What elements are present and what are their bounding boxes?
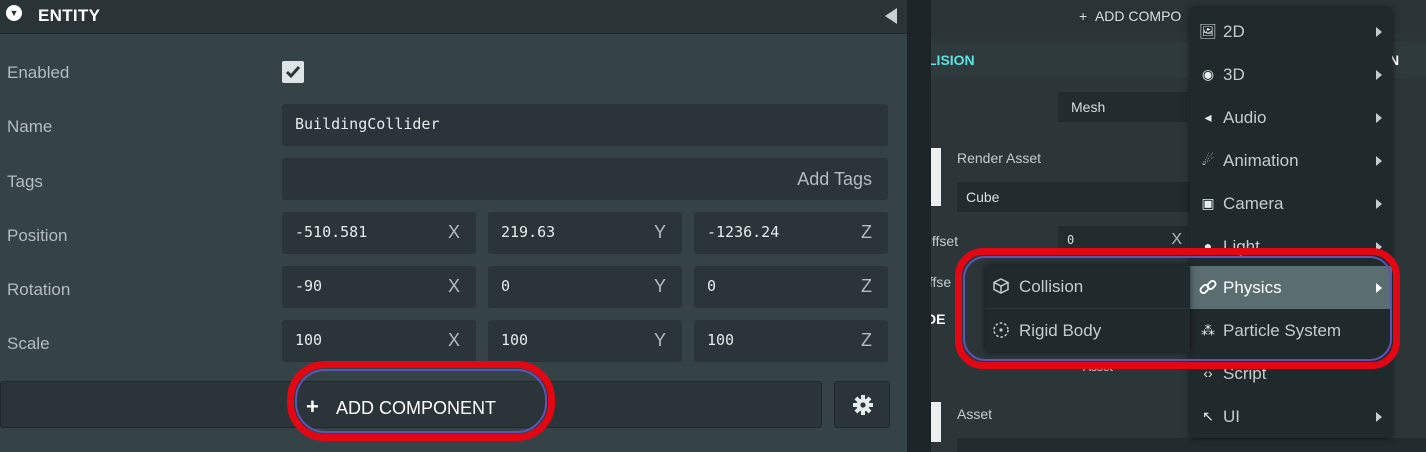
checkmark-icon: [285, 66, 301, 79]
menu-item-label: Animation: [1223, 151, 1299, 170]
axis-y-label: Y: [653, 276, 666, 296]
position-x-field[interactable]: -510.581 X: [282, 212, 476, 254]
position-x-value: -510.581: [295, 223, 368, 241]
menu-item-2d[interactable]: 🖼 2D: [1190, 10, 1392, 53]
menu-item-3d[interactable]: ◉ 3D: [1190, 53, 1392, 96]
section-header-label: DE: [931, 311, 946, 327]
axis-z-label: Z: [861, 330, 872, 350]
offset-x-axis: X: [1171, 231, 1182, 248]
collapse-toggle-icon[interactable]: ▼: [6, 5, 22, 21]
rotation-x-field[interactable]: -90 X: [282, 266, 476, 308]
offset-x-value: 0: [1067, 233, 1075, 247]
asset-field[interactable]: [957, 438, 1426, 452]
focus-outline-add-component: [295, 369, 547, 433]
position-label: Position: [7, 226, 68, 245]
collapse-arrow-icon[interactable]: [885, 8, 897, 24]
scale-y-value: 100: [501, 331, 529, 349]
panel-title: ENTITY: [38, 6, 101, 25]
running-icon: ☄: [1201, 152, 1215, 168]
axis-x-label: X: [447, 222, 460, 242]
menu-item-camera[interactable]: ▣ Camera: [1190, 182, 1392, 225]
enabled-label: Enabled: [7, 63, 70, 82]
rotation-label: Rotation: [7, 280, 71, 299]
submenu-arrow-icon: [1376, 412, 1382, 422]
submenu-arrow-icon: [1376, 113, 1382, 123]
cube-icon: ◉: [1201, 66, 1215, 82]
rotation-x-value: -90: [295, 277, 323, 295]
rotation-y-value: 0: [501, 277, 511, 295]
name-label: Name: [7, 117, 53, 136]
tags-placeholder: Add Tags: [797, 169, 872, 189]
menu-item-animation[interactable]: ☄ Animation: [1190, 139, 1392, 182]
cursor-icon: ↖: [1202, 408, 1214, 424]
axis-x-label: X: [447, 276, 460, 296]
submenu-arrow-icon: [1376, 199, 1382, 209]
name-value: BuildingCollider: [295, 115, 440, 133]
gear-icon: [853, 395, 873, 415]
asset-label: Asset: [957, 406, 993, 422]
rotation-z-field[interactable]: 0 Z: [694, 266, 888, 308]
entity-panel-header[interactable]: ▼ ENTITY: [0, 0, 907, 34]
asset-thumbnail-2: [931, 402, 941, 442]
collision-type-select[interactable]: Mesh: [1058, 92, 1188, 122]
scale-x-field[interactable]: 100 X: [282, 320, 476, 362]
tags-label: Tags: [7, 172, 43, 191]
collision-header-title: LISION: [931, 52, 975, 68]
axis-z-label: Z: [861, 276, 872, 296]
scale-y-field[interactable]: 100 Y: [488, 320, 682, 362]
menu-item-label: 2D: [1223, 22, 1245, 41]
panel-divider: [907, 0, 931, 452]
enabled-checkbox[interactable]: [282, 61, 304, 83]
camera-icon: ▣: [1201, 195, 1215, 211]
add-component-top-label: ADD COMPO: [1094, 8, 1182, 24]
tags-input[interactable]: Add Tags: [282, 158, 888, 200]
add-component-menu: 🖼 2D ◉ 3D ◂ Audio ☄ Animation ▣ Camera ●…: [1190, 8, 1392, 438]
render-asset-value: Cube: [966, 189, 1000, 205]
render-asset-label: Render Asset: [957, 150, 1042, 166]
position-z-value: -1236.24: [707, 223, 780, 241]
submenu-arrow-icon: [1376, 156, 1382, 166]
plus-icon: +: [1079, 8, 1088, 24]
position-y-value: 219.63: [501, 223, 556, 241]
menu-item-label: Camera: [1223, 194, 1284, 213]
offset2-label: Offse: [931, 274, 952, 290]
image-icon: 🖼: [1199, 23, 1217, 39]
axis-y-label: Y: [653, 330, 666, 350]
menu-item-label: 3D: [1223, 65, 1245, 84]
scale-x-value: 100: [295, 331, 323, 349]
position-y-field[interactable]: 219.63 Y: [488, 212, 682, 254]
name-input[interactable]: BuildingCollider: [282, 104, 888, 146]
render-asset-field[interactable]: Cube: [957, 182, 1197, 212]
submenu-arrow-icon: [1376, 27, 1382, 37]
scale-label: Scale: [7, 334, 50, 353]
collision-type-value: Mesh: [1071, 99, 1106, 115]
axis-x-label: X: [447, 330, 460, 350]
menu-item-ui[interactable]: ↖ UI: [1190, 395, 1392, 438]
menu-item-audio[interactable]: ◂ Audio: [1190, 96, 1392, 139]
menu-item-label: UI: [1223, 407, 1240, 426]
rotation-z-value: 0: [707, 277, 717, 295]
add-component-button-top[interactable]: + ADD COMPO: [1079, 8, 1181, 24]
asset-thumbnail: [931, 148, 941, 206]
scale-z-field[interactable]: 100 Z: [694, 320, 888, 362]
offset-label: Offset: [931, 233, 959, 249]
axis-y-label: Y: [653, 222, 666, 242]
menu-item-label: Audio: [1223, 108, 1267, 127]
position-z-field[interactable]: -1236.24 Z: [694, 212, 888, 254]
scale-z-value: 100: [707, 331, 735, 349]
rotation-y-field[interactable]: 0 Y: [488, 266, 682, 308]
speaker-icon: ◂: [1204, 109, 1212, 125]
submenu-arrow-icon: [1376, 70, 1382, 80]
settings-button[interactable]: [834, 381, 890, 428]
focus-outline-physics-menu: [963, 256, 1392, 361]
axis-z-label: Z: [861, 222, 872, 242]
